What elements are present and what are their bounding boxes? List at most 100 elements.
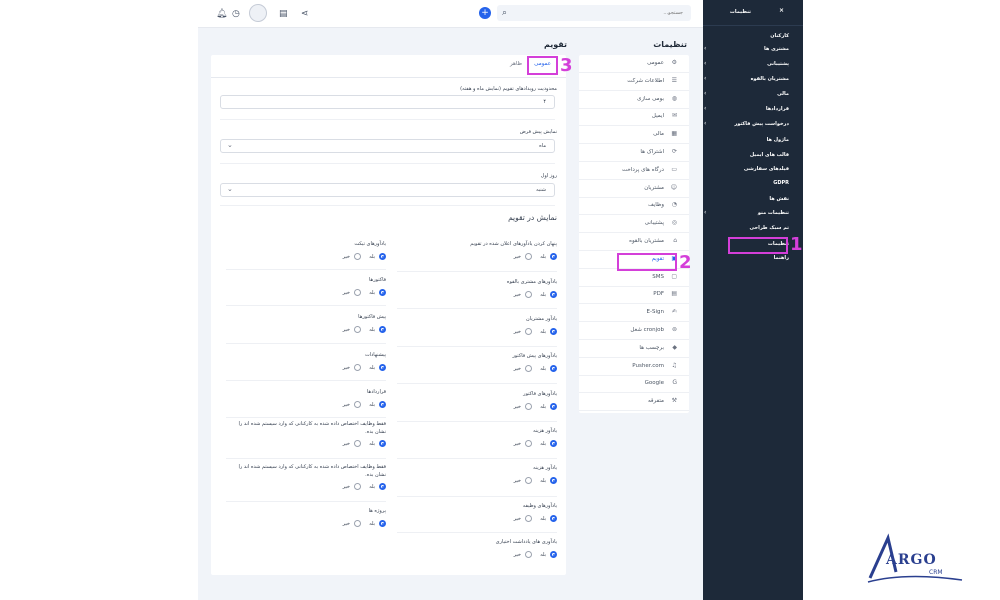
no-radio[interactable] xyxy=(525,551,532,558)
settings-menu-item[interactable]: ⚙ عمومی xyxy=(579,55,689,73)
settings-menu-item[interactable]: ◔ وظایف xyxy=(579,197,689,216)
no-radio[interactable] xyxy=(354,520,361,527)
no-radio[interactable] xyxy=(354,401,361,408)
no-label: خیر xyxy=(513,516,521,522)
chevron-right-icon: › xyxy=(704,60,707,67)
yes-radio[interactable] xyxy=(550,365,557,372)
yes-radio[interactable] xyxy=(379,364,386,371)
settings-menu-item[interactable]: ⌂ مشتریان بالقوه xyxy=(579,233,689,251)
no-radio[interactable] xyxy=(354,253,361,260)
sidebar-item[interactable]: ماژول ها xyxy=(767,137,789,143)
sidebar-item[interactable]: مشتریان بالقوه xyxy=(751,76,789,82)
no-radio[interactable] xyxy=(354,440,361,447)
menu-item-icon: ⊚ xyxy=(671,326,677,333)
default-view-select[interactable]: ماه ⌄ xyxy=(220,139,555,153)
no-radio[interactable] xyxy=(354,483,361,490)
settings-menu-item[interactable]: ⚒ متفرقه xyxy=(579,393,689,412)
chevron-right-icon: › xyxy=(704,105,707,112)
yes-radio[interactable] xyxy=(379,253,386,260)
no-radio[interactable] xyxy=(525,291,532,298)
sidebar-item[interactable]: قالب های ایمیل xyxy=(750,152,789,158)
sidebar-item[interactable]: مشتری ها xyxy=(764,46,789,52)
sidebar-item[interactable]: تنظیمات منو xyxy=(758,210,789,216)
settings-menu-item[interactable]: ✍ E-Sign xyxy=(579,304,689,323)
no-radio[interactable] xyxy=(525,253,532,260)
yes-radio[interactable] xyxy=(550,328,557,335)
yes-radio[interactable] xyxy=(379,440,386,447)
divider xyxy=(220,163,555,164)
yes-radio[interactable] xyxy=(550,403,557,410)
yes-radio[interactable] xyxy=(379,326,386,333)
yes-radio[interactable] xyxy=(379,520,386,527)
yes-radio[interactable] xyxy=(550,477,557,484)
sidebar-item[interactable]: نقش ها xyxy=(769,196,789,202)
yes-radio[interactable] xyxy=(550,253,557,260)
yes-radio[interactable] xyxy=(550,515,557,522)
search-input[interactable] xyxy=(513,7,683,19)
yes-label: بله xyxy=(369,254,375,260)
no-radio[interactable] xyxy=(525,365,532,372)
settings-menu-item[interactable]: ☺ مشتریان xyxy=(579,180,689,198)
tab-appearance[interactable]: ظاهر xyxy=(510,61,522,67)
settings-menu-item[interactable]: ⊚ cronjob شغل xyxy=(579,322,689,340)
yes-radio[interactable] xyxy=(550,551,557,558)
yes-radio[interactable] xyxy=(379,289,386,296)
yes-label: بله xyxy=(540,329,546,335)
sidebar-item[interactable]: راهنما xyxy=(774,255,789,261)
settings-menu-item[interactable]: ☰ اطلاعات شرکت xyxy=(579,73,689,91)
sidebar-item[interactable]: فیلدهای سفارشی xyxy=(744,166,789,172)
settings-menu-item[interactable]: G Google xyxy=(579,375,689,394)
settings-menu-item[interactable]: ◆ برچسب ها xyxy=(579,340,689,358)
no-label: خیر xyxy=(513,329,521,335)
first-day-select[interactable]: شنبه ⌄ xyxy=(220,183,555,197)
no-radio[interactable] xyxy=(525,477,532,484)
settings-menu-item[interactable]: ◎ پشتیبانی xyxy=(579,215,689,234)
bell-icon[interactable]: 🔔︎ xyxy=(216,8,227,20)
yes-label: بله xyxy=(369,290,375,296)
no-radio[interactable] xyxy=(525,403,532,410)
sidebar-item[interactable]: تم سبک طراحی xyxy=(749,225,789,231)
avatar[interactable] xyxy=(249,4,267,22)
search-box[interactable]: ⌕ xyxy=(497,5,691,21)
sidebar-item[interactable]: کارکنان xyxy=(770,33,789,39)
sidebar-item[interactable]: GDPR xyxy=(773,180,789,186)
no-radio[interactable] xyxy=(354,289,361,296)
no-radio[interactable] xyxy=(525,328,532,335)
yes-radio[interactable] xyxy=(550,291,557,298)
limit-input[interactable]: ۴ xyxy=(220,95,555,109)
divider xyxy=(397,346,557,347)
settings-menu-item[interactable]: ▢ SMS xyxy=(579,269,689,287)
no-radio[interactable] xyxy=(354,364,361,371)
tab-highlight-outline xyxy=(527,56,558,75)
yes-radio[interactable] xyxy=(550,440,557,447)
calendar-option: پروژه ها بله خیر xyxy=(226,508,386,538)
menu-item-label: اطلاعات شرکت xyxy=(627,77,664,84)
share-icon[interactable]: ⋖ xyxy=(301,8,309,20)
divider xyxy=(703,25,803,26)
settings-menu-item[interactable]: ♫ Pusher.com xyxy=(579,358,689,376)
menu-item-label: عمومی xyxy=(647,60,664,66)
settings-menu-item[interactable]: ▤ PDF xyxy=(579,286,689,305)
option-title: قراردادها xyxy=(367,389,386,395)
settings-menu-item[interactable]: ◍ بومی سازی xyxy=(579,91,689,109)
yes-radio[interactable] xyxy=(379,401,386,408)
sidebar-item[interactable]: قراردادها xyxy=(766,106,789,112)
sidebar: تنظیمات × کارکنان مشتری ها › پشتیبانی › مشتری… xyxy=(703,0,803,600)
no-label: خیر xyxy=(342,327,350,333)
no-radio[interactable] xyxy=(354,326,361,333)
add-button[interactable]: + xyxy=(479,7,491,19)
settings-menu-item[interactable]: ▭ درگاه های پرداخت xyxy=(579,162,689,180)
no-radio[interactable] xyxy=(525,515,532,522)
clipboard-icon[interactable]: ▤ xyxy=(279,8,288,20)
yes-radio[interactable] xyxy=(379,483,386,490)
sidebar-item[interactable]: درخواست پیش فاکتور xyxy=(734,121,789,127)
clock-icon[interactable]: ◷ xyxy=(232,8,240,20)
settings-menu-item[interactable]: ▦ مالی xyxy=(579,126,689,145)
no-radio[interactable] xyxy=(525,440,532,447)
sidebar-item[interactable]: پشتیبانی xyxy=(767,61,789,67)
sidebar-item[interactable]: مالی xyxy=(777,91,789,97)
settings-menu-item[interactable]: ✉ ایمیل xyxy=(579,108,689,127)
settings-menu-item[interactable]: ⟳ اشتراک ها xyxy=(579,144,689,162)
menu-item-label: SMS xyxy=(652,273,664,280)
close-icon[interactable]: × xyxy=(779,7,784,14)
